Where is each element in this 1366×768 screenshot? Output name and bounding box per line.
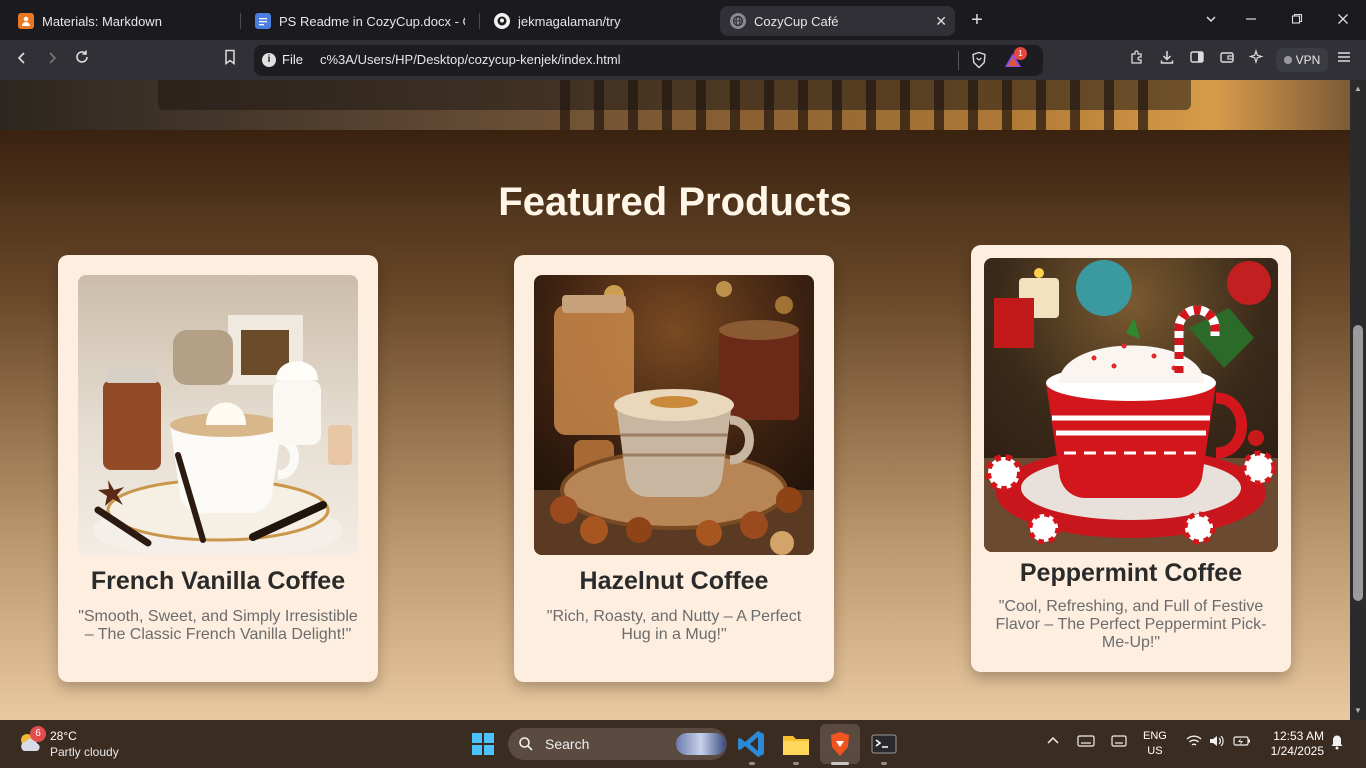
product-name: Peppermint Coffee [1019,559,1243,587]
info-icon[interactable]: i [262,53,276,67]
docs-icon [255,13,271,29]
section-title: Featured Products [498,180,852,224]
close-window-button[interactable] [1331,8,1355,32]
forward-button[interactable] [40,48,64,72]
tab-ps-readme[interactable]: PS Readme in CozyCup.docx - Goog [245,6,475,36]
peppermint-photo [984,258,1278,552]
tab-separator [240,13,241,29]
new-tab-button[interactable]: + [966,9,988,31]
tab-cozycup-cafe[interactable]: CozyCup Café ✕ [720,6,955,36]
wallet-icon[interactable] [1215,48,1239,72]
product-card-hazelnut[interactable]: Hazelnut Coffee "Rich, Roasty, and Nutty… [514,255,834,682]
clock-date: 1/24/2025 [1270,744,1324,758]
globe-icon [730,13,746,29]
language-code: ENG [1143,730,1167,742]
weather-badge: 6 [30,726,46,742]
volume-icon[interactable] [1208,734,1226,751]
tab-strip: Materials: Markdown PS Readme in CozyCup… [0,0,1366,40]
page-scrollbar[interactable]: ▲ ▼ [1350,80,1366,720]
system-clock[interactable]: 12:53 AM 1/24/2025 [1262,729,1324,759]
tab-separator [479,13,480,29]
display-icon[interactable] [1110,734,1128,751]
app-running-indicator [793,762,799,765]
brave-taskbar-button[interactable] [820,724,860,764]
weather-condition[interactable]: Partly cloudy [50,745,119,759]
product-card-french-vanilla[interactable]: French Vanilla Coffee "Smooth, Sweet, an… [58,255,378,682]
vpn-status-dot [1283,56,1292,64]
app-active-indicator [831,762,849,765]
product-tagline: "Cool, Refreshing, and Full of Festive F… [995,598,1267,651]
github-icon [494,13,510,29]
scroll-up-arrow-icon[interactable]: ▲ [1354,84,1362,93]
address-bar[interactable]: i File c%3A/Users/HP/Desktop/cozycup-ken… [254,45,1043,76]
notification-bell-icon[interactable] [1330,734,1344,753]
restore-button[interactable] [1285,8,1309,32]
vpn-label: VPN [1295,53,1321,67]
tab-search-chevron-icon[interactable] [1199,8,1223,32]
page-viewport: Featured Products French Vanilla Coffee … [0,80,1350,720]
scrollbar-thumb[interactable] [1353,325,1363,601]
wifi-icon[interactable] [1185,734,1203,751]
menu-icon[interactable] [1332,48,1356,72]
app-running-indicator [881,762,887,765]
extensions-icon[interactable] [1125,48,1149,72]
taskbar-search[interactable]: Search [508,728,727,760]
hero-image-strip [0,80,1350,130]
vscode-icon[interactable] [736,728,768,760]
battery-charging-icon[interactable] [1233,734,1251,751]
minimize-button[interactable] [1239,8,1263,32]
tab-materials-markdown[interactable]: Materials: Markdown [8,6,238,36]
start-button[interactable] [467,728,499,760]
search-highlight-image [676,733,726,755]
windows-taskbar: 6 28°C Partly cloudy Search ENG US 12:53… [0,720,1366,768]
product-tagline: "Rich, Roasty, and Nutty – A Perfect Hug… [546,608,802,643]
tab-github-repo[interactable]: jekmagalaman/try [484,6,714,36]
address-scheme: File [282,52,303,67]
bookmark-icon[interactable] [218,48,242,72]
keyboard-icon[interactable] [1077,734,1095,751]
clock-time: 12:53 AM [1273,729,1324,743]
rewards-badge: 1 [1014,47,1027,60]
orange-person-icon [18,13,34,29]
product-name: Hazelnut Coffee [579,567,769,595]
sidebar-toggle-icon[interactable] [1185,48,1209,72]
product-tagline: "Smooth, Sweet, and Simply Irresistible … [78,608,358,643]
french-vanilla-photo [78,275,358,555]
terminal-icon[interactable] [868,728,900,760]
brave-shield-icon[interactable] [970,51,988,69]
hazelnut-photo [534,275,814,555]
search-icon [519,737,533,751]
product-name: French Vanilla Coffee [90,567,346,595]
weather-temp[interactable]: 28°C [50,729,77,743]
back-button[interactable] [10,48,34,72]
product-card-peppermint[interactable]: Peppermint Coffee "Cool, Refreshing, and… [971,245,1291,672]
show-hidden-icons-chevron[interactable] [1046,734,1060,751]
search-label: Search [545,736,590,752]
scroll-down-arrow-icon[interactable]: ▼ [1354,706,1362,715]
keyboard-region: US [1147,745,1163,757]
language-indicator[interactable]: ENG US [1143,729,1167,759]
leo-ai-icon[interactable] [1245,48,1269,72]
address-divider [958,51,959,70]
close-tab-icon[interactable]: ✕ [935,13,947,30]
reload-button[interactable] [70,48,94,72]
brave-icon [831,732,849,756]
file-explorer-icon[interactable] [780,728,812,760]
address-url[interactable]: c%3A/Users/HP/Desktop/cozycup-kenjek/ind… [320,52,621,67]
vpn-button[interactable]: VPN [1276,48,1328,72]
app-running-indicator [749,762,755,765]
downloads-icon[interactable] [1155,48,1179,72]
hero-overlay-bar [158,80,1191,110]
